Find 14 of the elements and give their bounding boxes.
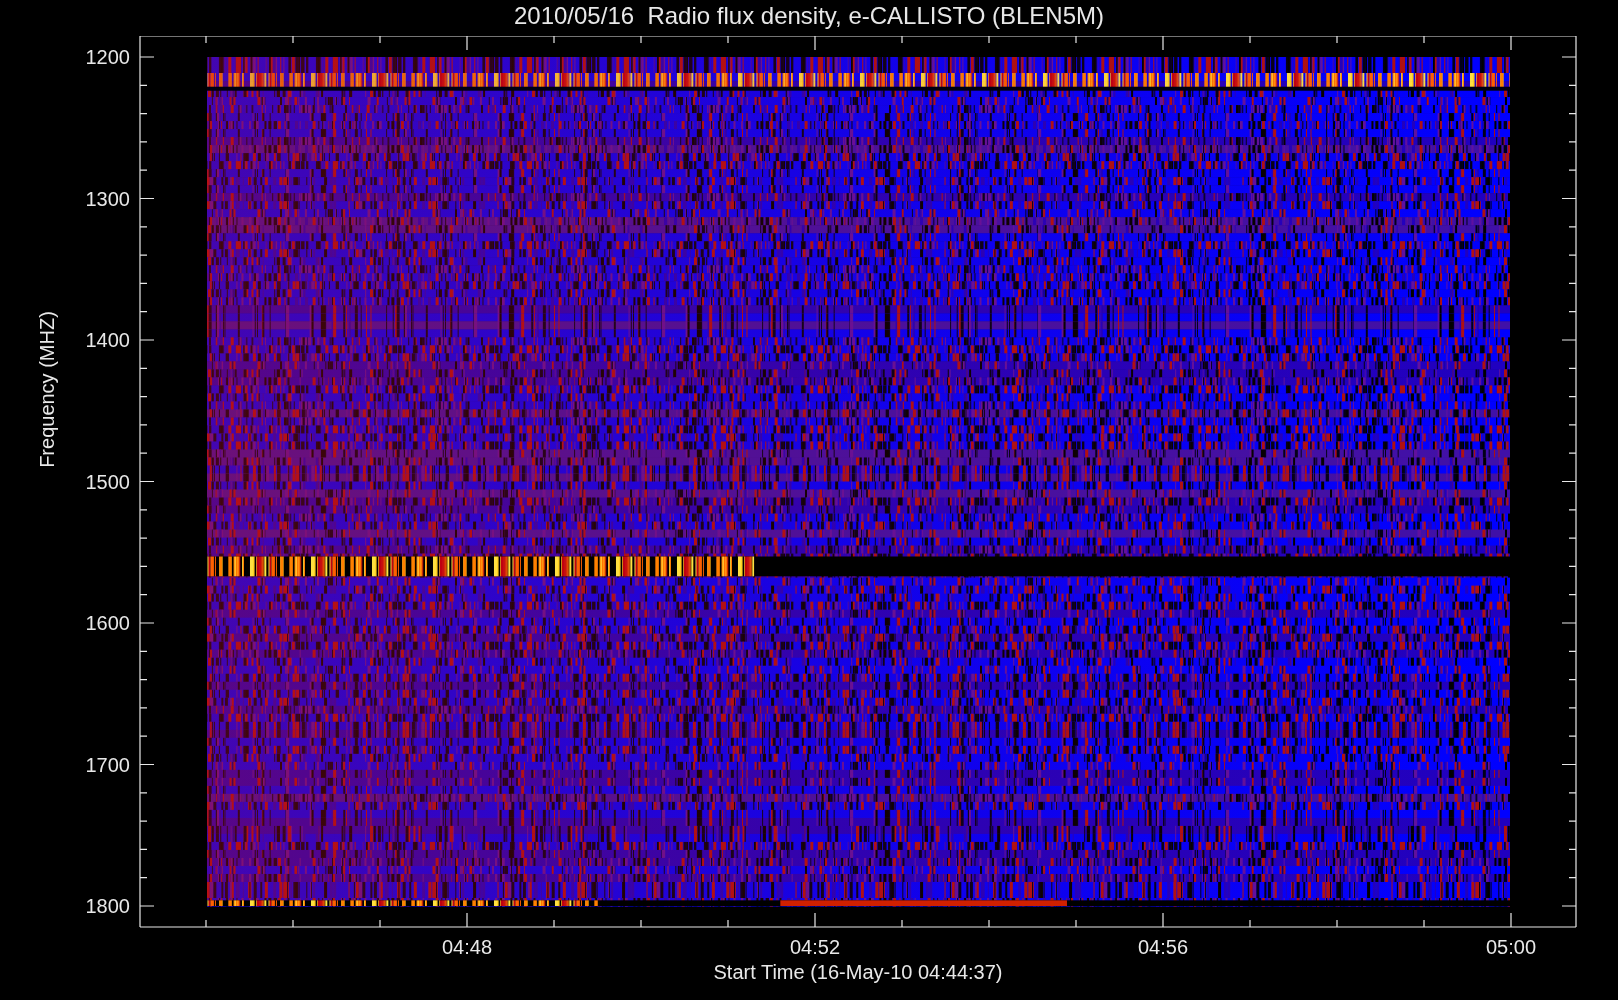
x-tick-label: 04:48 <box>441 936 493 958</box>
x-tick-label: 04:56 <box>1137 936 1189 958</box>
x-tick-label: 05:00 <box>1485 936 1537 958</box>
x-axis-label: Start Time (16-May-10 04:44:37) <box>713 961 1003 983</box>
y-axis-label: Frequency (MHZ) <box>36 311 58 468</box>
y-tick-label: 1600 <box>85 612 130 634</box>
y-tick-label: 1300 <box>85 187 130 210</box>
y-tick-label: 1700 <box>85 753 130 776</box>
y-tick-label: 1200 <box>85 46 130 68</box>
y-tick-label: 1400 <box>85 329 130 351</box>
chart-title: 2010/05/16 Radio flux density, e-CALLISTO (BLEN5M) <box>513 1 1105 31</box>
y-tick-label: 1500 <box>85 470 130 493</box>
y-tick-label: 1800 <box>85 895 130 917</box>
x-tick-label: 04:52 <box>789 936 841 958</box>
